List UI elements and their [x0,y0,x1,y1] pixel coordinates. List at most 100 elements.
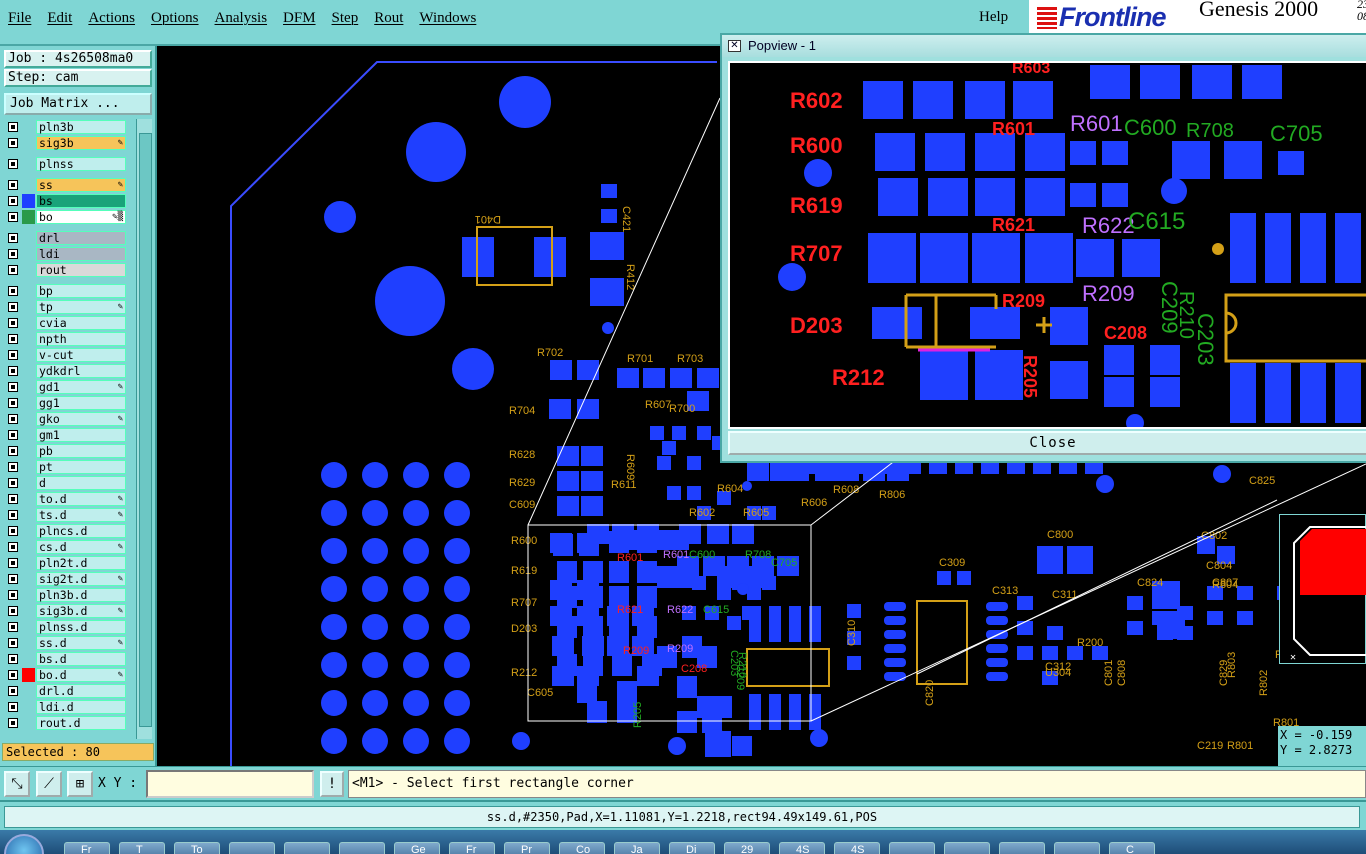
layer-checkbox[interactable] [8,526,18,536]
layer-name[interactable]: plnss.d [36,620,126,634]
layer-row[interactable]: ss.d ✎ [4,635,126,651]
layer-checkbox[interactable] [8,622,18,632]
taskbar-button[interactable] [944,842,990,854]
taskbar-button[interactable]: T [119,842,165,854]
layer-row[interactable]: ts.d ✎ [4,507,126,523]
layer-name[interactable]: ss.d ✎ [36,636,126,650]
layer-checkbox[interactable] [8,249,18,259]
layer-name[interactable]: bs [36,194,126,208]
layer-checkbox[interactable] [8,510,18,520]
layer-row[interactable]: to.d ✎ [4,491,126,507]
layer-row[interactable]: bo.d ✎ [4,667,126,683]
layer-name[interactable]: plncs.d [36,524,126,538]
layer-name[interactable]: sig3b ✎ [36,136,126,150]
layer-name[interactable]: ss ✎ [36,178,126,192]
taskbar-button[interactable]: Pr [504,842,550,854]
layer-checkbox[interactable] [8,654,18,664]
layer-name[interactable]: rout [36,263,126,277]
layer-checkbox[interactable] [8,334,18,344]
layer-checkbox[interactable] [8,558,18,568]
layer-row[interactable]: gko ✎ [4,411,126,427]
layer-checkbox[interactable] [8,702,18,712]
layer-checkbox[interactable] [8,350,18,360]
taskbar-button[interactable]: Fr [64,842,110,854]
taskbar-button[interactable] [229,842,275,854]
layer-name[interactable]: pln2t.d [36,556,126,570]
layer-row[interactable]: drl [4,230,126,246]
layer-name[interactable]: cs.d ✎ [36,540,126,554]
layer-row[interactable]: ldi.d [4,699,126,715]
layer-checkbox[interactable] [8,606,18,616]
layer-checkbox[interactable] [8,398,18,408]
layer-name[interactable]: tp ✎ [36,300,126,314]
menu-windows[interactable]: Windows [419,10,476,27]
layer-row[interactable]: npth [4,331,126,347]
menu-actions[interactable]: Actions [88,10,135,27]
layer-checkbox[interactable] [8,122,18,132]
layer-row[interactable]: d [4,475,126,491]
menu-edit[interactable]: Edit [47,10,72,27]
layer-row[interactable]: plnss.d [4,619,126,635]
layer-name[interactable]: pt [36,460,126,474]
layer-row[interactable]: cs.d ✎ [4,539,126,555]
layer-row[interactable]: sig3b ✎ [4,135,126,151]
layer-checkbox[interactable] [8,686,18,696]
layer-row[interactable]: bs [4,193,126,209]
layer-row[interactable]: bs.d [4,651,126,667]
layer-row[interactable]: pt [4,459,126,475]
layer-name[interactable]: sig2t.d ✎ [36,572,126,586]
taskbar-button[interactable]: 4S [779,842,825,854]
minimap[interactable]: ✕ [1279,514,1366,664]
layer-checkbox[interactable] [8,430,18,440]
taskbar-button[interactable]: Fr [449,842,495,854]
popview-canvas[interactable]: R602 R600 R619 R707 D203 R212 R601 R621 R209 C208… [728,61,1366,429]
layer-name[interactable]: bp [36,284,126,298]
layer-checkbox[interactable] [8,286,18,296]
popview-close-button[interactable]: Close [728,431,1366,455]
layer-name[interactable]: ts.d ✎ [36,508,126,522]
layer-name[interactable]: to.d ✎ [36,492,126,506]
layer-name[interactable]: v-cut [36,348,126,362]
layer-row[interactable]: gd1 ✎ [4,379,126,395]
taskbar-button[interactable]: Ja [614,842,660,854]
taskbar-button[interactable] [1054,842,1100,854]
layer-row[interactable]: bp [4,283,126,299]
layer-row[interactable]: plncs.d [4,523,126,539]
start-button[interactable] [4,834,44,854]
taskbar-button[interactable] [339,842,385,854]
layer-row[interactable]: cvia [4,315,126,331]
layer-checkbox[interactable] [8,196,18,206]
layer-name[interactable]: pln3b [36,120,126,134]
layer-checkbox[interactable] [8,670,18,680]
layer-checkbox[interactable] [8,180,18,190]
layer-row[interactable]: ldi [4,246,126,262]
layer-name[interactable]: ydkdrl [36,364,126,378]
layer-checkbox[interactable] [8,138,18,148]
taskbar-button[interactable]: 4S [834,842,880,854]
job-matrix-button[interactable]: Job Matrix ... [4,93,152,115]
menu-file[interactable]: File [8,10,31,27]
alert-button[interactable]: ! [320,771,344,797]
layer-checkbox[interactable] [8,542,18,552]
layer-scrollbar[interactable] [136,119,152,739]
layer-name[interactable]: gm1 [36,428,126,442]
layer-name[interactable]: bo ✎▒ [36,210,126,224]
layer-name[interactable]: d [36,476,126,490]
zoom-window-button[interactable]: ⤡ [4,771,30,797]
taskbar-button[interactable]: Co [559,842,605,854]
layer-row[interactable]: gm1 [4,427,126,443]
layer-checkbox[interactable] [8,414,18,424]
menu-help[interactable]: Help [979,9,1008,26]
measure-button[interactable]: ⟋ [36,771,62,797]
layer-name[interactable]: sig3b.d ✎ [36,604,126,618]
layer-row[interactable]: sig3b.d ✎ [4,603,126,619]
layer-checkbox[interactable] [8,265,18,275]
layer-checkbox[interactable] [8,302,18,312]
popview-titlebar[interactable]: ✕ Popview - 1 [722,35,1366,57]
layer-name[interactable]: gg1 [36,396,126,410]
layer-name[interactable]: cvia [36,316,126,330]
menu-options[interactable]: Options [151,10,199,27]
layer-row[interactable]: tp ✎ [4,299,126,315]
layer-row[interactable]: drl.d [4,683,126,699]
layer-checkbox[interactable] [8,590,18,600]
